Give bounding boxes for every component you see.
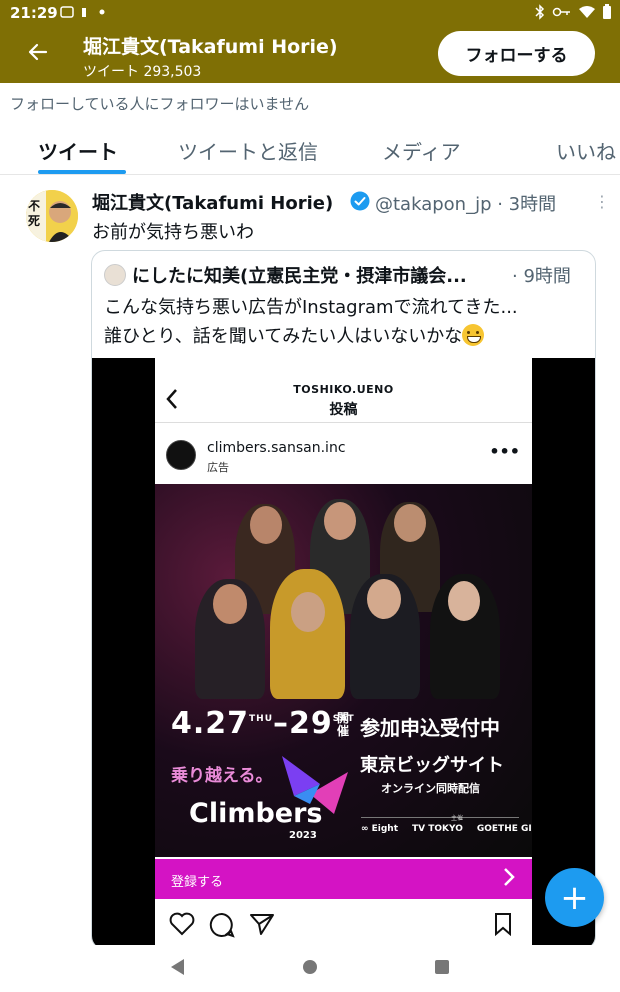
tab-media[interactable]: メディア [382,136,461,165]
sponsor-goethe: GOETHE GINGER [476,824,532,834]
ig-header: TOSHIKO.UENO 投稿 [155,358,532,423]
chevron-right-icon [502,866,516,893]
profile-name: 堀江貴文(Takafumi Horie) [83,36,338,58]
ig-cta-label: 登録する [171,875,224,890]
quote-avatar [104,264,126,286]
ig-register-cta: 登録する [155,859,532,899]
sponsor-eight: ∞ Eight [361,824,399,834]
tweet-text: お前が気持ち悪いわ [92,222,254,243]
ad-sponsors: ∞ Eight TV TOKYO GOETHE GINGER [361,824,532,834]
quote-text-line1: こんな気持ち悪い広告がInstagramで流れてきた... [104,297,518,318]
ad-year: 2023 [289,830,317,841]
wifi-icon [579,6,595,18]
tweet-author-name[interactable]: 堀江貴文(Takafumi Horie) [92,189,333,215]
ad-face [324,502,356,540]
bookmark-icon [495,913,511,936]
follow-button[interactable]: フォローする [438,31,595,76]
app-header: 21:29 堀江貴文(Takafumi Horie) ツイート 293,503 … [0,0,620,83]
ad-face [213,584,247,624]
tweet-handle-time: @takapon_jp · 3時間 [375,194,557,215]
ad-day-start: THU [249,714,274,724]
ad-face [250,506,282,544]
ig-actions [155,910,532,940]
battery-icon [603,4,611,19]
instagram-screenshot: TOSHIKO.UENO 投稿 climbers.sansan.inc 広告 •… [155,358,532,949]
ad-person [270,569,345,699]
back-button[interactable] [22,36,54,68]
ad-logo-text: Climbers [189,798,323,829]
nav-home-icon[interactable] [302,959,318,975]
nav-recents-icon[interactable] [434,959,450,975]
ad-sponsor-label: 主催 [451,815,464,822]
ad-date-start: 4.27 [171,706,250,741]
share-icon [250,914,274,935]
ad-date-end: –29 [273,706,333,741]
ad-entry: 参加申込受付中 [360,716,500,740]
ig-account-name: climbers.sansan.inc [207,440,346,456]
ad-venue: 東京ビッグサイト [360,755,504,776]
nav-back-icon[interactable] [170,958,186,976]
avatar[interactable]: 不 死 [26,190,78,242]
compose-tweet-button[interactable]: + [545,868,604,927]
quote-time: · 9時間 [512,266,571,287]
heart-icon [169,912,195,936]
ad-sponsor-divider [361,817,519,818]
bluetooth-icon [535,4,545,20]
ad-face [291,592,325,632]
ad-face [448,581,480,621]
ad-catchphrase: 乗り越える。 [171,766,273,786]
ig-owner: TOSHIKO.UENO [293,383,394,396]
notification-icons [60,5,110,23]
key-icon [552,7,570,17]
tweet-more-icon[interactable]: ⋮ [594,192,610,211]
svg-text:不: 不 [28,199,40,213]
ad-face [394,504,426,542]
back-arrow-icon [28,43,48,61]
verified-badge-icon [350,191,370,211]
quote-text-line2: 誰ひとり、話を聞いてみたい人はいないかな [104,322,485,348]
followers-notice: フォローしている人にフォロワーはいません [10,95,310,113]
ad-image: 4.27THU–29SAT 開催 参加申込受付中 乗り越える。 東京ビッグサイト… [155,484,532,857]
system-navbar [0,945,620,992]
comment-icon [209,912,235,938]
quoted-tweet[interactable]: にしたに知美(立憲民主党・摂津市議会... · 9時間 こんな気持ち悪い広告がI… [91,250,596,950]
ig-more-icon: ••• [489,442,520,461]
ad-kaisai: 開催 [337,711,350,738]
quote-author-name: にしたに知美(立憲民主党・摂津市議会... [132,266,467,287]
tweet-count: ツイート 293,503 [83,64,202,80]
tabs-divider [0,174,620,175]
quote-media[interactable]: TOSHIKO.UENO 投稿 climbers.sansan.inc 広告 •… [92,358,595,949]
ad-face [367,579,401,619]
ad-online: オンライン同時配信 [381,782,480,795]
tab-tweets[interactable]: ツイート [38,136,118,165]
tab-tweets-replies[interactable]: ツイートと返信 [178,136,318,165]
ig-ad-label: 広告 [207,461,229,474]
tab-likes[interactable]: いいね [556,136,616,165]
ad-date: 4.27THU–29SAT [171,706,355,741]
status-time: 21:29 [10,4,58,22]
quote-text-line2-text: 誰ひとり、話を聞いてみたい人はいないかな [104,326,463,347]
system-icons [534,4,612,20]
ig-post-title: 投稿 [329,402,358,418]
sponsor-tvtokyo: TV TOKYO [412,824,463,834]
grinning-sweat-emoji-icon [462,324,485,346]
svg-text:死: 死 [28,214,40,228]
ig-account-avatar [166,440,196,470]
